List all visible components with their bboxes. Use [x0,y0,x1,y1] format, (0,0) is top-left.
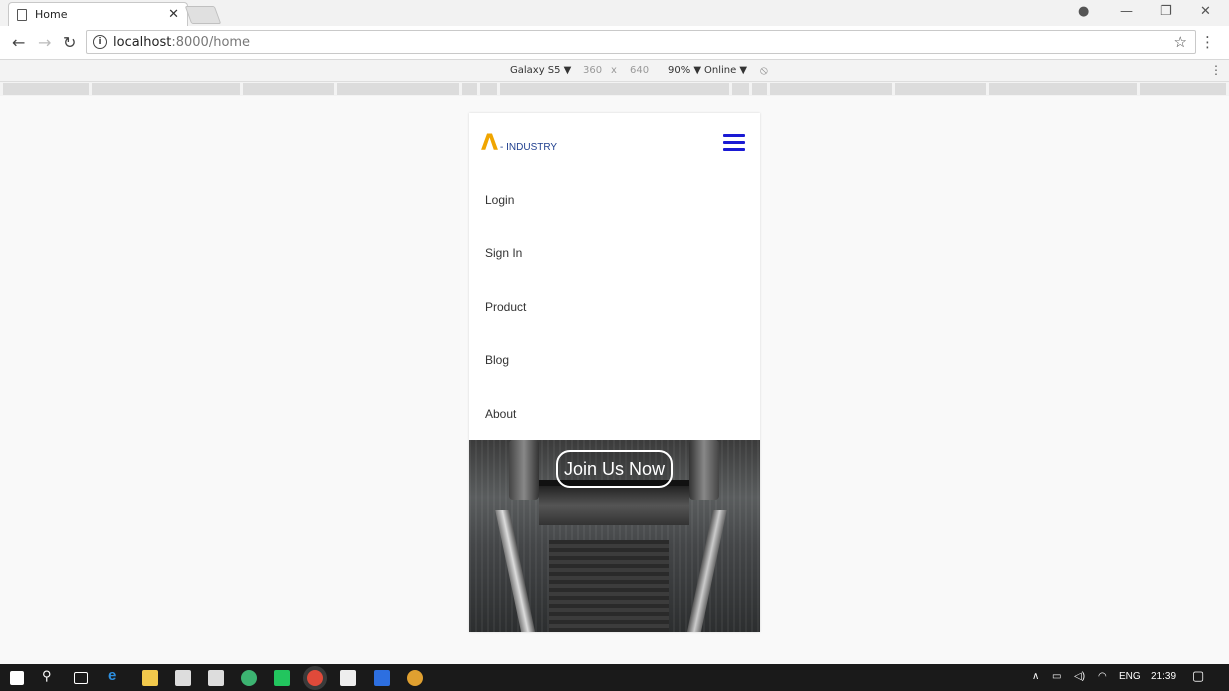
mobile-viewport: Λ - INDUSTRY Login Sign In Product Blog … [469,113,760,632]
chrome-icon[interactable] [407,670,423,686]
chrome-active-icon[interactable] [307,670,323,686]
device-width[interactable]: 360 [583,65,602,76]
url-path: :8000/home [171,34,251,50]
tab-home[interactable]: Home ✕ [8,2,188,26]
zoom-select[interactable]: 90% ▼ [668,65,701,76]
menu-item-login[interactable]: Login [469,173,760,227]
device-height[interactable]: 640 [630,65,649,76]
document-app-icon[interactable] [374,670,390,686]
close-window-icon[interactable]: ✕ [1200,4,1211,19]
edge-icon[interactable]: e [108,667,116,684]
photos-icon[interactable] [340,670,356,686]
clock[interactable]: 21:39 [1151,671,1176,682]
network-select[interactable]: Online ▼ [704,65,747,76]
hamburger-menu-icon[interactable] [723,134,745,152]
menu-item-product[interactable]: Product [469,280,760,334]
devtools-menu-icon[interactable]: ⋮ [1210,63,1222,77]
hero-rail-right [685,510,727,632]
info-icon[interactable]: i [93,35,107,49]
search-icon[interactable]: ⚲ [42,668,52,684]
profile-icon[interactable]: ● [1078,4,1089,19]
join-us-button[interactable]: Join Us Now [556,450,673,488]
nav-menu: Login Sign In Product Blog About [469,173,760,441]
file-explorer-icon[interactable] [142,670,158,686]
task-view-icon[interactable] [74,672,88,684]
tab-close-icon[interactable]: ✕ [168,7,179,22]
tab-title: Home [35,8,68,21]
language-indicator[interactable]: ENG [1119,671,1141,682]
reload-icon[interactable]: ↻ [63,33,76,52]
browser-menu-icon[interactable]: ⋮ [1200,33,1215,51]
hero-rail-left [495,510,537,632]
rotate-icon[interactable]: ⦸ [760,63,768,78]
address-bar[interactable]: i localhost:8000/home ☆ [86,30,1196,54]
line-icon[interactable] [274,670,290,686]
back-icon[interactable]: ← [12,33,25,52]
restore-icon[interactable]: ❐ [1160,4,1172,19]
dimension-separator: x [611,65,617,76]
forward-icon[interactable]: → [38,33,51,52]
tab-strip: Home ✕ ● — ❐ ✕ [0,0,1229,26]
store-icon[interactable] [175,670,191,686]
url-host: localhost [113,34,172,50]
wifi-icon[interactable]: ◠ [1098,671,1107,682]
browser-toolbar: ← → ↻ i localhost:8000/home ☆ ⋮ [0,26,1229,60]
mail-icon[interactable] [208,670,224,686]
hero-image: Join Us Now [469,440,760,632]
brand-logo[interactable]: Λ - INDUSTRY [481,131,558,156]
bookmark-star-icon[interactable]: ☆ [1174,33,1187,51]
menu-item-blog[interactable]: Blog [469,334,760,388]
device-toolbar: Galaxy S5 ▼ 360 x 640 90% ▼ Online ▼ ⦸ ⋮ [0,60,1229,82]
hero-conveyor [549,540,669,632]
battery-icon[interactable]: ▭ [1052,671,1061,682]
hero-machine-right [689,440,719,500]
media-query-bar [0,82,1229,96]
windows-start-icon[interactable] [10,671,24,685]
new-tab-button[interactable] [184,6,222,24]
device-select[interactable]: Galaxy S5 ▼ [510,65,571,76]
tray-chevron-icon[interactable]: ∧ [1032,671,1039,682]
windows-taskbar: ⚲ e ∧ ▭ ◁) ◠ ENG 21:39 ▢ [0,664,1229,691]
hero-machine-left [509,440,539,500]
app-icon[interactable] [241,670,257,686]
minimize-icon[interactable]: — [1120,4,1133,19]
brand-mark: Λ [481,131,499,156]
volume-icon[interactable]: ◁) [1074,671,1085,682]
notifications-icon[interactable]: ▢ [1192,668,1204,684]
menu-item-sign-in[interactable]: Sign In [469,227,760,281]
document-icon [17,8,27,21]
brand-text: - INDUSTRY [500,142,558,153]
menu-item-about[interactable]: About [469,387,760,441]
